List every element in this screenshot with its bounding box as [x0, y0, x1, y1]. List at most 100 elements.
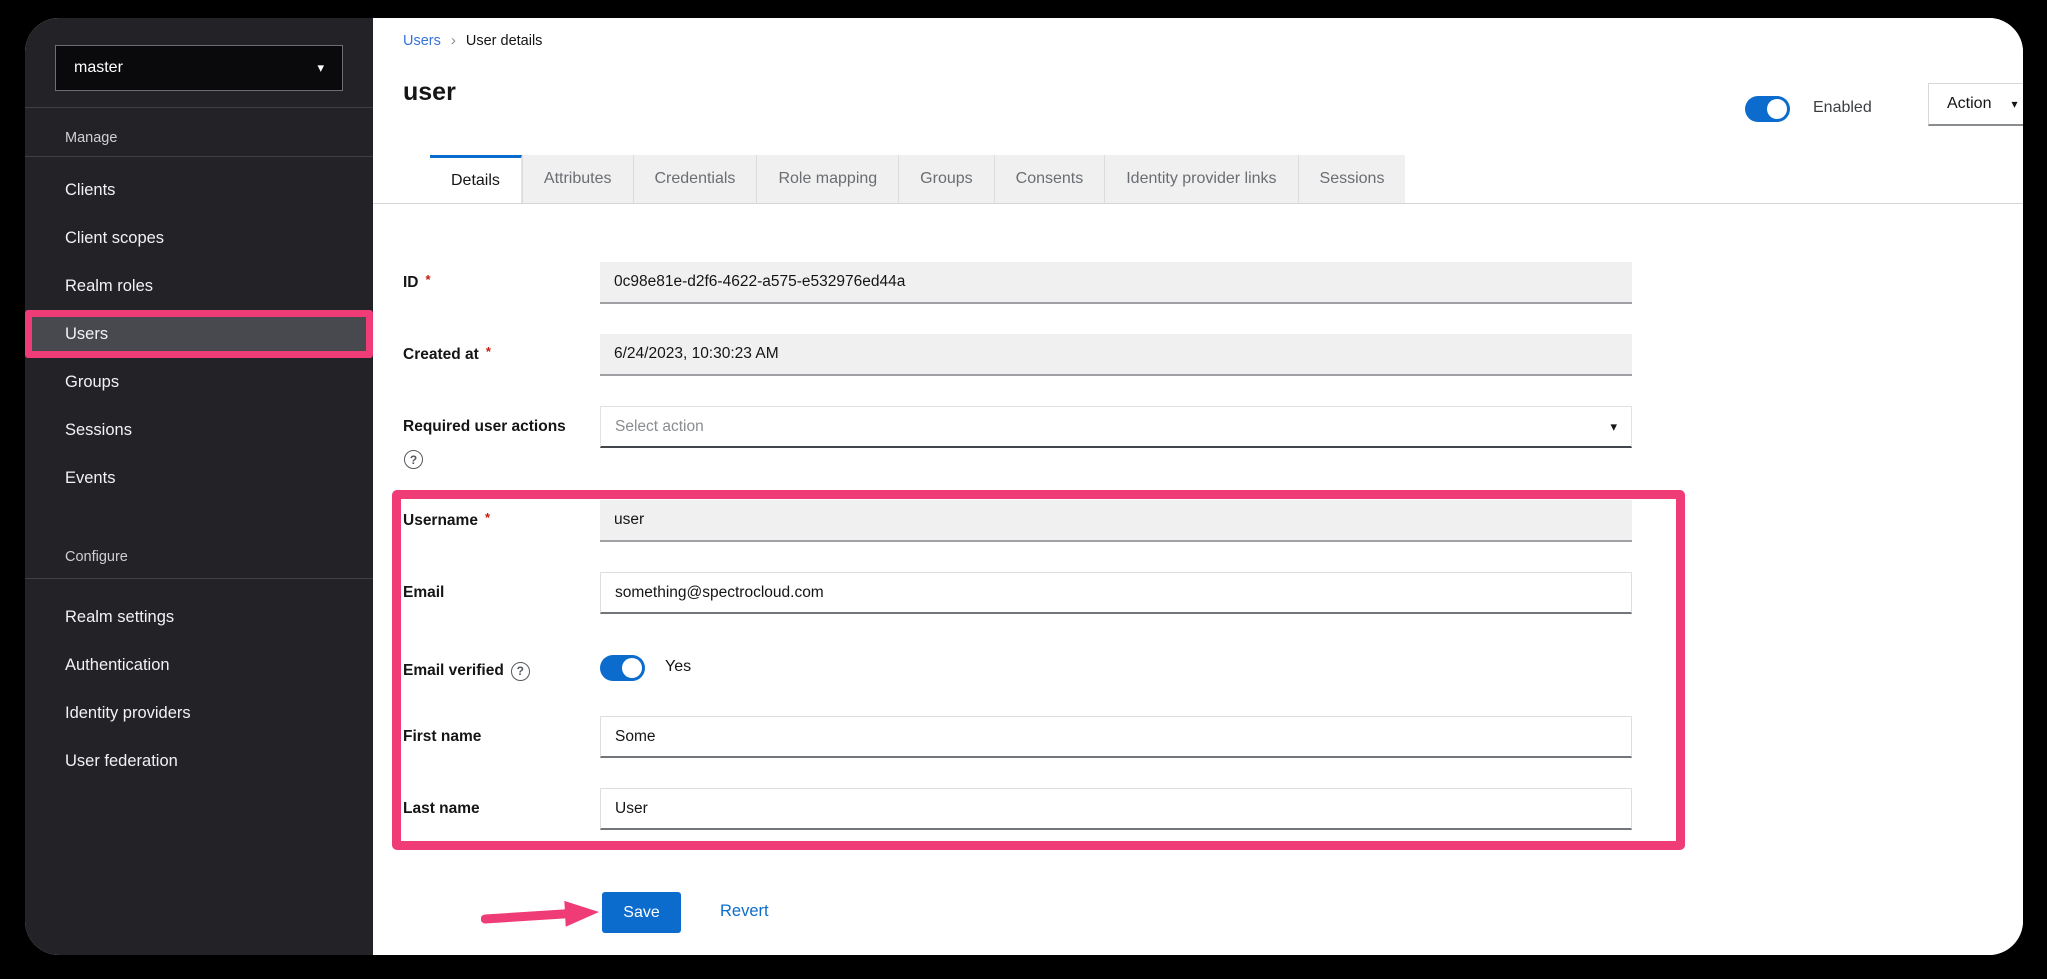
toggle-knob	[622, 658, 642, 678]
required-asterisk: *	[486, 344, 491, 359]
tab-attributes[interactable]: Attributes	[522, 155, 633, 203]
save-button[interactable]: Save	[602, 892, 681, 933]
field-value: User	[615, 800, 648, 818]
required-user-actions-select[interactable]: Select action ▾	[600, 406, 1632, 448]
tab-consents[interactable]: Consents	[994, 155, 1105, 203]
field-value: Some	[615, 728, 656, 746]
form-row-email: Email something@spectrocloud.com	[403, 572, 2023, 614]
form-row-id: ID * 0c98e81e-d2f6-4622-a575-e532976ed44…	[403, 262, 2023, 304]
sidebar-item-label: Realm settings	[65, 608, 174, 627]
label-text: Last name	[403, 800, 480, 818]
realm-selector-value: master	[74, 59, 123, 77]
revert-link[interactable]: Revert	[720, 902, 769, 921]
id-field[interactable]: 0c98e81e-d2f6-4622-a575-e532976ed44a	[600, 262, 1632, 304]
sidebar-item-label: User federation	[65, 752, 178, 771]
sidebar-item-groups[interactable]: Groups	[25, 358, 373, 406]
sidebar-item-authentication[interactable]: Authentication	[25, 641, 373, 689]
help-icon[interactable]: ?	[404, 450, 423, 469]
breadcrumb-separator-icon: ›	[451, 32, 456, 49]
tab-bar-divider	[373, 203, 2023, 204]
field-value: 0c98e81e-d2f6-4622-a575-e532976ed44a	[614, 273, 905, 291]
sidebar-item-label: Client scopes	[65, 229, 164, 248]
required-asterisk: *	[426, 272, 431, 287]
sidebar-item-users[interactable]: Users	[25, 310, 373, 358]
label-text: ID	[403, 274, 419, 292]
form-row-created-at: Created at * 6/24/2023, 10:30:23 AM	[403, 334, 2023, 376]
tab-details[interactable]: Details	[430, 155, 522, 203]
sidebar-item-realm-settings[interactable]: Realm settings	[25, 593, 373, 641]
toggle-knob	[1767, 99, 1787, 119]
tab-role-mapping[interactable]: Role mapping	[756, 155, 898, 203]
email-field[interactable]: something@spectrocloud.com	[600, 572, 1632, 614]
chevron-down-icon: ▾	[1610, 419, 1617, 435]
field-label-required-user-actions: Required user actions	[403, 406, 593, 448]
tab-label: Role mapping	[778, 170, 877, 188]
sidebar-divider	[25, 156, 373, 157]
sidebar-item-clients[interactable]: Clients	[25, 166, 373, 214]
tab-label: Sessions	[1320, 170, 1385, 188]
sidebar-item-label: Clients	[65, 181, 115, 200]
tab-sessions[interactable]: Sessions	[1298, 155, 1406, 203]
sidebar-item-events[interactable]: Events	[25, 454, 373, 502]
sidebar-divider	[25, 578, 373, 579]
nav-list-manage: Clients Client scopes Realm roles Users …	[25, 166, 373, 502]
field-label-first-name: First name	[403, 716, 593, 758]
action-dropdown-label: Action	[1947, 95, 1991, 113]
nav-section-header-manage: Manage	[65, 130, 117, 146]
breadcrumb: Users › User details	[403, 32, 542, 49]
breadcrumb-users-link[interactable]: Users	[403, 33, 441, 49]
first-name-field[interactable]: Some	[600, 716, 1632, 758]
nav-section-header-configure: Configure	[65, 549, 128, 565]
form-row-required-user-actions: Required user actions ? Select action ▾	[403, 406, 2023, 448]
tab-label: Groups	[920, 170, 972, 188]
sidebar-item-label: Users	[65, 325, 108, 344]
field-label-created-at: Created at *	[403, 334, 593, 376]
sidebar-divider	[25, 107, 373, 108]
sidebar-item-label: Events	[65, 469, 115, 488]
sidebar-item-label: Sessions	[65, 421, 132, 440]
field-label-id: ID *	[403, 262, 593, 304]
field-label-username: Username *	[403, 500, 593, 542]
field-value: user	[614, 511, 644, 529]
last-name-field[interactable]: User	[600, 788, 1632, 830]
label-text: Email	[403, 584, 444, 602]
username-field[interactable]: user	[600, 500, 1632, 542]
sidebar-item-identity-providers[interactable]: Identity providers	[25, 689, 373, 737]
tab-label: Attributes	[544, 170, 612, 188]
sidebar: master ▾ Manage Clients Client scopes Re…	[25, 18, 373, 955]
label-text: Created at	[403, 346, 479, 364]
label-text: Username	[403, 512, 478, 530]
action-dropdown-button[interactable]: Action ▾	[1928, 83, 2023, 126]
chevron-down-icon: ▾	[317, 60, 324, 76]
nav-list-configure: Realm settings Authentication Identity p…	[25, 593, 373, 785]
form-row-last-name: Last name User	[403, 788, 2023, 830]
enabled-toggle-label: Enabled	[1813, 99, 1872, 117]
enabled-toggle[interactable]	[1745, 96, 1790, 122]
label-text: First name	[403, 728, 481, 746]
sidebar-item-sessions[interactable]: Sessions	[25, 406, 373, 454]
field-value: 6/24/2023, 10:30:23 AM	[614, 345, 779, 363]
main-content: Users › User details user Enabled Action…	[373, 18, 2023, 955]
realm-selector[interactable]: master ▾	[55, 45, 343, 91]
page-title: user	[403, 78, 456, 107]
help-icon[interactable]: ?	[511, 662, 530, 681]
sidebar-item-user-federation[interactable]: User federation	[25, 737, 373, 785]
tab-identity-provider-links[interactable]: Identity provider links	[1104, 155, 1297, 203]
field-label-last-name: Last name	[403, 788, 593, 830]
tab-label: Details	[451, 172, 500, 190]
admin-console-window: master ▾ Manage Clients Client scopes Re…	[25, 18, 2023, 955]
field-value: something@spectrocloud.com	[615, 584, 824, 602]
form-row-username: Username * user	[403, 500, 2023, 542]
created-at-field[interactable]: 6/24/2023, 10:30:23 AM	[600, 334, 1632, 376]
form-row-first-name: First name Some	[403, 716, 2023, 758]
breadcrumb-current: User details	[466, 33, 543, 49]
required-asterisk: *	[485, 510, 490, 525]
tab-groups[interactable]: Groups	[898, 155, 993, 203]
label-text: Email verified	[403, 662, 504, 680]
email-verified-toggle[interactable]	[600, 655, 645, 681]
sidebar-item-realm-roles[interactable]: Realm roles	[25, 262, 373, 310]
sidebar-item-client-scopes[interactable]: Client scopes	[25, 214, 373, 262]
tab-credentials[interactable]: Credentials	[633, 155, 757, 203]
annotation-arrow	[481, 894, 603, 934]
sidebar-item-label: Authentication	[65, 656, 170, 675]
